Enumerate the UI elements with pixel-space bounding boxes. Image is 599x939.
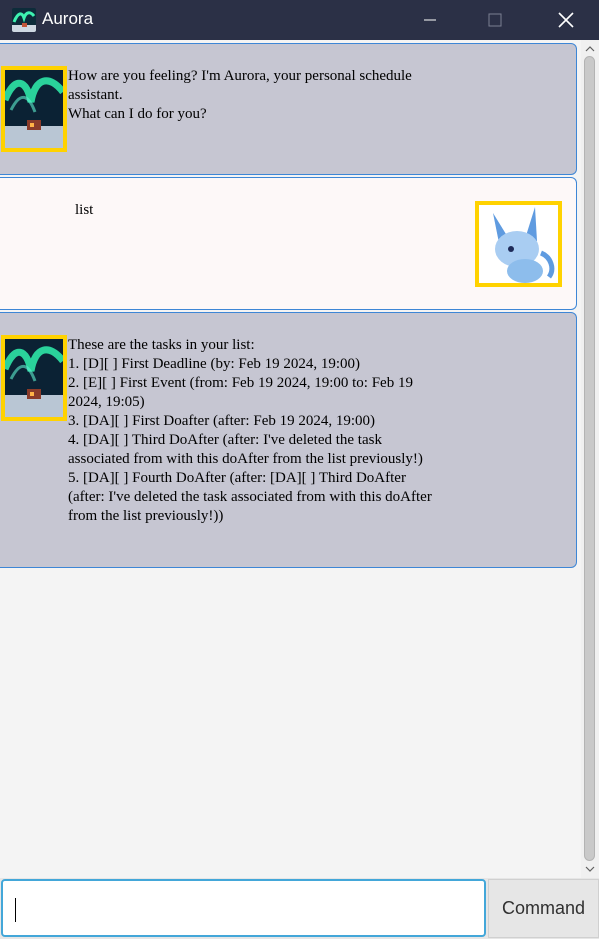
bot-message: How are you feeling? I'm Aurora, your pe… xyxy=(0,43,577,175)
user-message-text: list xyxy=(75,202,94,218)
dialog-container[interactable]: How are you feeling? I'm Aurora, your pe… xyxy=(0,40,599,878)
scroll-down-icon[interactable] xyxy=(581,862,599,876)
minimize-button[interactable] xyxy=(407,0,453,40)
aurora-avatar xyxy=(1,66,67,152)
scroll-up-icon[interactable] xyxy=(581,42,599,56)
command-input[interactable] xyxy=(1,879,486,937)
user-creature-avatar xyxy=(475,201,562,287)
user-message: list xyxy=(0,177,577,310)
window-title: Aurora xyxy=(42,9,94,28)
close-icon xyxy=(558,12,574,28)
aurora-avatar xyxy=(1,335,67,421)
bot-message-text: These are the tasks in your list: 1. [D]… xyxy=(68,337,432,524)
command-button[interactable]: Command xyxy=(488,879,599,938)
minimize-icon xyxy=(424,19,436,21)
close-button[interactable] xyxy=(543,0,589,40)
scrollbar-thumb[interactable] xyxy=(584,56,595,861)
maximize-icon xyxy=(488,13,502,27)
bot-message: These are the tasks in your list: 1. [D]… xyxy=(0,312,577,568)
title-bar: Aurora xyxy=(0,0,599,40)
input-bar: Command xyxy=(0,878,599,939)
maximize-button[interactable] xyxy=(472,0,518,40)
bot-message-text: How are you feeling? I'm Aurora, your pe… xyxy=(68,68,412,122)
vertical-scrollbar[interactable] xyxy=(581,40,599,878)
text-caret xyxy=(15,898,16,922)
aurora-app-icon xyxy=(12,8,36,32)
